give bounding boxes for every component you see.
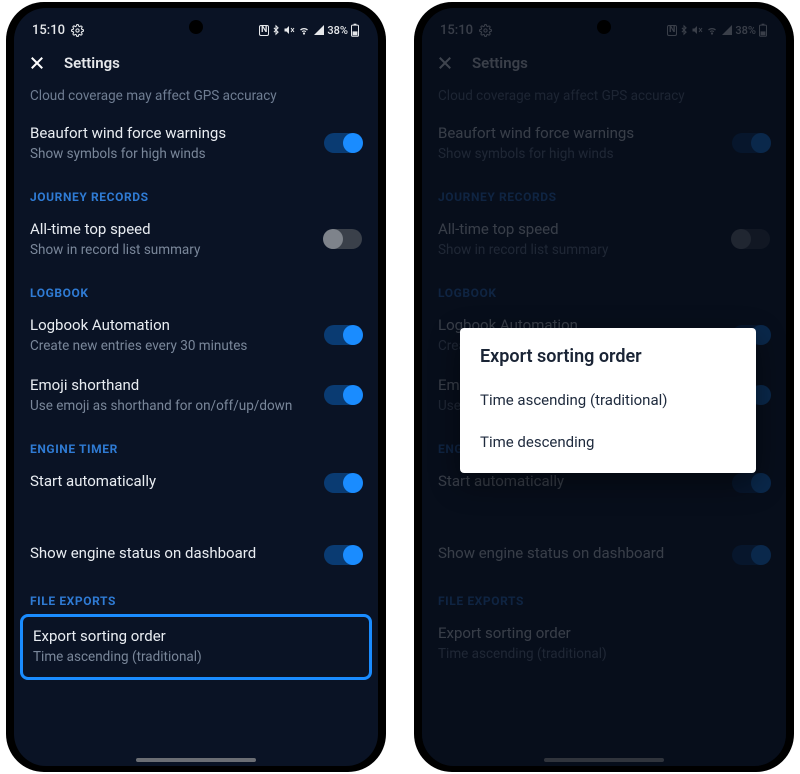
- toggle-switch[interactable]: [324, 229, 362, 249]
- camera-hole: [189, 20, 203, 34]
- section-journey-records: JOURNEY RECORDS: [14, 174, 378, 210]
- mute-icon: [283, 24, 295, 36]
- setting-emoji-shorthand[interactable]: Emoji shorthand Use emoji as shorthand f…: [14, 366, 378, 426]
- highlighted-setting: Export sorting order Time ascending (tra…: [20, 614, 372, 680]
- setting-title: Beaufort wind force warnings: [30, 124, 324, 142]
- setting-title: Emoji shorthand: [30, 376, 324, 394]
- setting-sub: Show in record list summary: [30, 242, 324, 258]
- dialog-option-time-ascending[interactable]: Time ascending (traditional): [460, 379, 756, 421]
- setting-export-sorting-order[interactable]: Export sorting order Time ascending (tra…: [23, 617, 369, 677]
- camera-hole: [597, 20, 611, 34]
- screen: 15:10 N 38%: [422, 8, 786, 766]
- setting-sub: Create new entries every 30 minutes: [30, 338, 324, 354]
- battery-icon: [350, 23, 360, 37]
- setting-sub: Use emoji as shorthand for on/off/up/dow…: [30, 398, 324, 414]
- toggle-switch[interactable]: [324, 133, 362, 153]
- toggle-switch[interactable]: [324, 473, 362, 493]
- battery-pct: 38%: [327, 24, 348, 37]
- app-bar: Settings: [14, 42, 378, 84]
- setting-title: Show engine status on dashboard: [30, 544, 324, 562]
- toggle-switch[interactable]: [324, 325, 362, 345]
- phone-frame-right: 15:10 N 38%: [414, 2, 794, 772]
- setting-start-automatically[interactable]: Start automatically: [14, 462, 378, 506]
- gesture-bar[interactable]: [136, 758, 256, 762]
- signal-icon: [313, 24, 325, 36]
- dialog-title: Export sorting order: [460, 344, 756, 379]
- setting-title: Start automatically: [30, 472, 324, 490]
- setting-sub: Show symbols for high winds: [30, 146, 324, 162]
- setting-engine-status-dashboard[interactable]: Show engine status on dashboard: [14, 534, 378, 578]
- setting-title: Logbook Automation: [30, 316, 324, 334]
- section-file-exports: FILE EXPORTS: [14, 578, 378, 614]
- clipped-setting-sub: Cloud coverage may affect GPS accuracy: [14, 84, 378, 114]
- setting-top-speed[interactable]: All-time top speed Show in record list s…: [14, 210, 378, 270]
- setting-title: All-time top speed: [30, 220, 324, 238]
- status-time: 15:10: [32, 23, 65, 38]
- settings-notif-icon: [71, 24, 84, 37]
- setting-logbook-automation[interactable]: Logbook Automation Create new entries ev…: [14, 306, 378, 366]
- settings-list[interactable]: Cloud coverage may affect GPS accuracy B…: [14, 84, 378, 692]
- toggle-switch[interactable]: [324, 545, 362, 565]
- close-icon[interactable]: [28, 54, 46, 72]
- section-logbook: LOGBOOK: [14, 270, 378, 306]
- screen: 15:10 N 38%: [14, 8, 378, 766]
- section-engine-timer: ENGINE TIMER: [14, 426, 378, 462]
- setting-title: Export sorting order: [33, 627, 359, 645]
- setting-beaufort[interactable]: Beaufort wind force warnings Show symbol…: [14, 114, 378, 174]
- export-sort-dialog: Export sorting order Time ascending (tra…: [460, 328, 756, 473]
- dialog-option-time-descending[interactable]: Time descending: [460, 421, 756, 463]
- wifi-icon: [297, 24, 311, 36]
- bluetooth-icon: [271, 24, 281, 36]
- nfc-icon: N: [259, 25, 269, 36]
- toggle-switch[interactable]: [324, 385, 362, 405]
- phone-frame-left: 15:10 N 38%: [6, 2, 386, 772]
- setting-sub: Time ascending (traditional): [33, 649, 359, 665]
- page-title: Settings: [64, 54, 120, 72]
